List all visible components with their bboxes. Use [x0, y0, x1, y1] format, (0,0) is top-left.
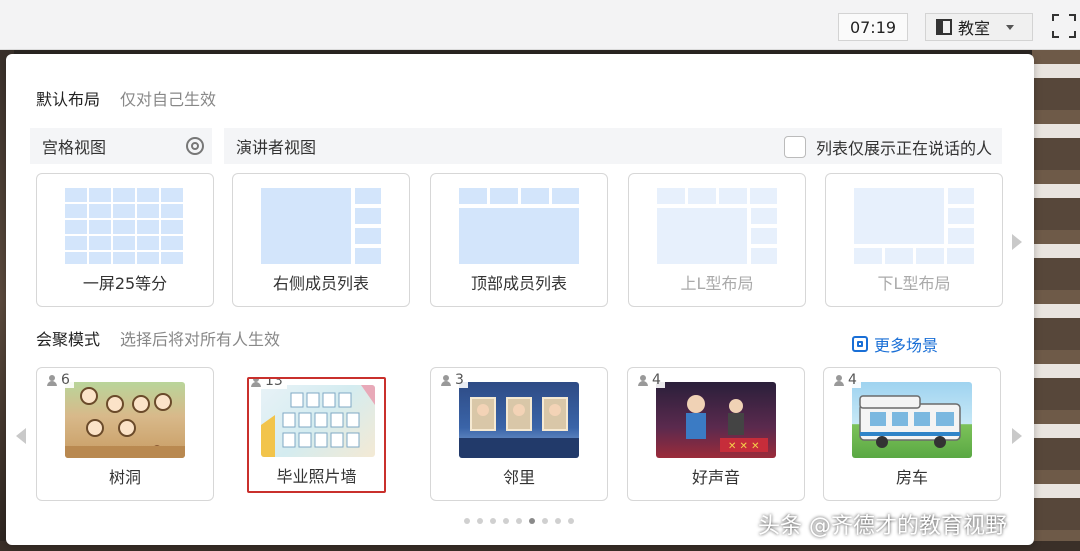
scene-card-label: 房车: [895, 468, 928, 487]
default-layout-subtitle: 仅对自己生效: [120, 90, 217, 109]
pagination-dot[interactable]: [477, 518, 483, 524]
top-toolbar: 07:19 教室: [0, 0, 1080, 50]
scenes-icon: [852, 336, 868, 352]
pagination-dot[interactable]: [568, 518, 574, 524]
person-icon: [834, 374, 844, 386]
person-icon: [47, 374, 57, 386]
participant-count: 13: [249, 379, 287, 389]
view-switch-dropdown[interactable]: 教室: [925, 13, 1033, 41]
graduation-wall-image: [261, 385, 375, 457]
svg-text:✕ ✕ ✕: ✕ ✕ ✕: [728, 441, 760, 452]
scene-card-rv[interactable]: 4 房车: [823, 367, 1001, 501]
tab-speaker-view-label: 演讲者视图: [236, 138, 317, 157]
tab-speaker-view[interactable]: 演讲者视图 列表仅展示正在说话的人: [224, 128, 1002, 164]
tab-grid-view[interactable]: 宫格视图: [30, 128, 212, 164]
layout-card-label: 一屏25等分: [82, 274, 168, 293]
caret-down-icon: [1006, 24, 1015, 30]
scene-card-tree-hole[interactable]: 6 树洞: [36, 367, 214, 501]
layout-card-label: 右侧成员列表: [272, 274, 369, 293]
bottom-l-thumbnail: [854, 188, 974, 264]
neighbors-image: [459, 382, 579, 458]
meeting-timer: 07:19: [838, 13, 908, 41]
layout-card-top-list[interactable]: 顶部成员列表: [430, 173, 608, 307]
more-scenes-label: 更多场景: [874, 336, 939, 355]
scene-card-graduation-wall[interactable]: 13 毕业照片墙: [247, 377, 386, 493]
fullscreen-icon[interactable]: [1052, 14, 1076, 38]
scenes-prev-arrow-icon[interactable]: [14, 424, 28, 446]
default-layout-title: 默认布局: [36, 90, 101, 109]
top-l-thumbnail: [657, 188, 777, 264]
layout-card-label: 顶部成员列表: [470, 274, 567, 293]
gear-icon[interactable]: [186, 137, 204, 155]
pagination-dot[interactable]: [490, 518, 496, 524]
speaking-only-checkbox[interactable]: [783, 136, 806, 158]
participant-count: 4: [830, 372, 861, 388]
gathering-mode-title: 会聚模式: [36, 330, 101, 349]
participant-count: 6: [43, 372, 74, 388]
scene-card-voice-show[interactable]: ✕ ✕ ✕ 4 好声音: [627, 367, 805, 501]
rv-image: [852, 382, 972, 458]
view-switch-label: 教室: [958, 19, 991, 38]
pagination-dot[interactable]: [516, 518, 522, 524]
tree-hole-image: [65, 382, 185, 458]
layout-card-grid-25[interactable]: 一屏25等分: [36, 173, 214, 307]
scene-card-neighbors[interactable]: 3 邻里: [430, 367, 608, 501]
layout-card-label: 下L型布局: [877, 274, 951, 293]
background-right: [1032, 50, 1080, 551]
speaking-only-label: 列表仅展示正在说话的人: [815, 139, 992, 158]
layout-card-label: 上L型布局: [680, 274, 754, 293]
person-icon: [638, 374, 648, 386]
participant-count: 4: [634, 372, 665, 388]
person-icon: [251, 379, 261, 387]
layout-card-top-l[interactable]: 上L型布局: [628, 173, 806, 307]
scene-card-label: 邻里: [502, 468, 535, 487]
layouts-next-arrow-icon[interactable]: [1010, 230, 1024, 252]
scene-card-label: 好声音: [691, 468, 740, 487]
top-list-thumbnail: [459, 188, 579, 264]
person-icon: [441, 374, 451, 386]
scene-card-label: 树洞: [108, 468, 141, 487]
layout-card-right-list[interactable]: 右侧成员列表: [232, 173, 410, 307]
tab-grid-view-label: 宫格视图: [42, 138, 107, 157]
voice-show-image: ✕ ✕ ✕: [656, 382, 776, 458]
speaking-only-checkbox-row[interactable]: 列表仅展示正在说话的人: [783, 135, 992, 159]
layout-icon: [936, 19, 952, 35]
grid-25-thumbnail: [65, 188, 185, 264]
layout-card-bottom-l[interactable]: 下L型布局: [825, 173, 1003, 307]
pagination-dot[interactable]: [555, 518, 561, 524]
scenes-next-arrow-icon[interactable]: [1010, 424, 1024, 446]
right-list-thumbnail: [261, 188, 381, 264]
pagination-dot[interactable]: [542, 518, 548, 524]
gathering-mode-subtitle: 选择后将对所有人生效: [120, 330, 281, 349]
watermark-text: 头条 @齐德才的教育视野: [758, 514, 1007, 539]
pagination-dot[interactable]: [464, 518, 470, 524]
pagination-dots: [464, 518, 574, 524]
pagination-dot[interactable]: [529, 518, 535, 524]
more-scenes-link[interactable]: 更多场景: [852, 332, 938, 356]
participant-count: 3: [437, 372, 468, 388]
pagination-dot[interactable]: [503, 518, 509, 524]
scene-card-label: 毕业照片墙: [276, 467, 357, 486]
